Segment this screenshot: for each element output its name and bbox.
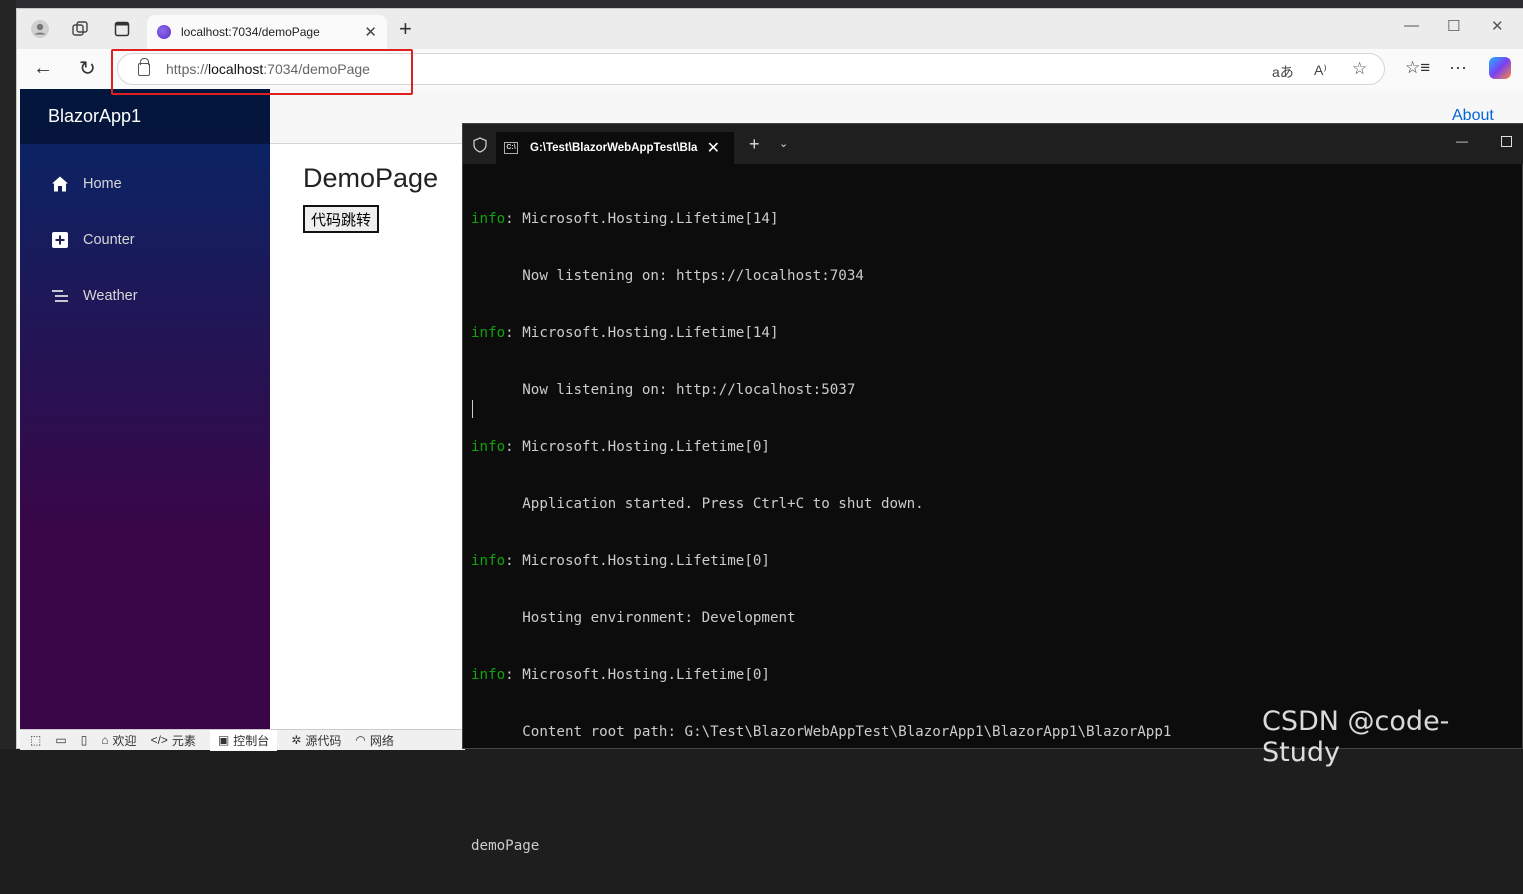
brand-label: BlazorApp1 <box>48 106 142 126</box>
favorites-icon[interactable]: ☆≡ <box>1405 58 1430 78</box>
terminal-line: Application started. Press Ctrl+C to shu… <box>471 496 924 512</box>
tab-strip: localhost:7034/demoPage ✕ + — ☐ ✕ <box>17 9 1523 49</box>
nav-item-weather[interactable]: Weather <box>50 281 138 311</box>
workspaces-icon[interactable] <box>67 16 93 42</box>
nav-label-weather: Weather <box>83 288 138 304</box>
devtools-tab-welcome[interactable]: ⌂ 欢迎 <box>101 732 136 749</box>
devtools-tab-label: 元素 <box>171 733 196 748</box>
inspect-icon[interactable]: ⬚ <box>30 733 41 747</box>
device-toolbar-icon[interactable]: ▭ <box>55 733 66 747</box>
home-outline-icon: ⌂ <box>101 733 109 747</box>
terminal-tab[interactable]: C:\ G:\Test\BlazorWebAppTest\Bla ✕ <box>496 132 734 164</box>
close-terminal-tab-icon[interactable]: ✕ <box>707 138 720 158</box>
terminal-line: demoPage <box>471 838 540 854</box>
code-jump-button[interactable]: 代码跳转 <box>303 205 380 233</box>
cmd-icon: C:\ <box>504 142 518 154</box>
favorite-star-icon[interactable]: ☆ <box>1352 59 1367 79</box>
back-icon[interactable]: ← <box>33 57 53 80</box>
terminal-line: ​ <box>471 780 1171 799</box>
terminal-line: info: Microsoft.Hosting.Lifetime[0] <box>471 667 770 683</box>
terminal-line: Content root path: G:\Test\BlazorWebAppT… <box>471 724 1172 740</box>
close-window-icon[interactable]: ✕ <box>1491 17 1504 35</box>
maximize-icon[interactable]: ☐ <box>1447 17 1460 35</box>
translate-icon[interactable]: aあ <box>1272 62 1294 82</box>
nav-item-counter[interactable]: Counter <box>50 225 135 255</box>
terminal-tab-title: G:\Test\BlazorWebAppTest\Bla <box>530 142 698 154</box>
plus-square-icon <box>50 230 70 250</box>
terminal-line: Now listening on: http://localhost:5037 <box>471 382 856 398</box>
nav-label-counter: Counter <box>83 232 135 248</box>
terminal-titlebar: C:\ G:\Test\BlazorWebAppTest\Bla ✕ + ⌄ — <box>463 124 1523 164</box>
profile-icon[interactable] <box>27 16 53 42</box>
browser-tab-title: localhost:7034/demoPage <box>181 25 320 39</box>
wifi-icon: ◠ <box>355 733 366 747</box>
more-options-icon[interactable]: ··· <box>1449 57 1467 78</box>
terminal-line: info: Microsoft.Hosting.Lifetime[0] <box>471 439 770 455</box>
devtools-tab-sources[interactable]: ✲ 源代码 <box>291 732 341 749</box>
nav-label-home: Home <box>83 176 122 192</box>
highlight-box <box>111 49 413 95</box>
terminal-line: Now listening on: https://localhost:7034 <box>471 268 864 284</box>
vertical-tabs-icon[interactable] <box>109 16 135 42</box>
home-icon <box>50 174 70 194</box>
ide-background-top <box>0 0 1523 8</box>
minimize-icon[interactable]: — <box>1404 17 1419 34</box>
bug-icon: ✲ <box>291 733 302 747</box>
new-tab-icon[interactable]: + <box>399 18 412 40</box>
sidebar: BlazorApp1 Home Counter Weather <box>20 89 270 729</box>
read-aloud-icon[interactable]: A⁾ <box>1314 62 1327 79</box>
ide-background-strip <box>0 0 16 749</box>
devtools-tab-label: 源代码 <box>305 733 342 748</box>
blazor-favicon-icon <box>157 25 171 39</box>
copilot-icon[interactable] <box>1489 57 1511 79</box>
devtools-tab-label: 网络 <box>369 733 394 748</box>
terminal-output[interactable]: info: Microsoft.Hosting.Lifetime[14] Now… <box>471 172 1171 894</box>
terminal-line: info: Microsoft.Hosting.Lifetime[0] <box>471 553 770 569</box>
watermark: CSDN @code-Study <box>1262 706 1450 768</box>
browser-tab[interactable]: localhost:7034/demoPage ✕ <box>147 15 387 49</box>
nav-item-home[interactable]: Home <box>50 169 122 199</box>
dock-icon[interactable]: ▯ <box>81 733 88 747</box>
devtools-tab-console[interactable]: ▣ 控制台 <box>209 729 278 751</box>
list-icon <box>50 286 70 306</box>
refresh-icon[interactable]: ↻ <box>79 56 96 81</box>
terminal-line: info: Microsoft.Hosting.Lifetime[14] <box>471 211 779 227</box>
terminal-maximize-icon[interactable] <box>1501 136 1512 147</box>
new-terminal-tab-icon[interactable]: + <box>749 134 760 155</box>
devtools-toolbar: ⬚ ▭ ▯ ⌂ 欢迎 </> 元素 ▣ 控制台 ✲ 源代码 ◠ 网络 <box>20 729 465 751</box>
app-brand[interactable]: BlazorApp1 <box>20 89 270 144</box>
devtools-tab-network[interactable]: ◠ 网络 <box>355 732 394 749</box>
shield-icon[interactable] <box>473 137 487 158</box>
chevron-down-icon[interactable]: ⌄ <box>779 137 788 150</box>
console-icon: ▣ <box>217 733 230 747</box>
terminal-window: C:\ G:\Test\BlazorWebAppTest\Bla ✕ + ⌄ —… <box>462 123 1523 854</box>
terminal-minimize-icon[interactable]: — <box>1456 134 1468 148</box>
page-title: DemoPage <box>303 163 439 193</box>
terminal-cursor <box>472 400 473 418</box>
close-tab-icon[interactable]: ✕ <box>364 23 377 41</box>
devtools-tab-label: 欢迎 <box>112 733 137 748</box>
code-icon: </> <box>150 733 168 747</box>
devtools-tab-elements[interactable]: </> 元素 <box>151 732 196 749</box>
devtools-tab-label: 控制台 <box>233 733 270 748</box>
terminal-line: Hosting environment: Development <box>471 610 796 626</box>
terminal-line: info: Microsoft.Hosting.Lifetime[14] <box>471 325 779 341</box>
